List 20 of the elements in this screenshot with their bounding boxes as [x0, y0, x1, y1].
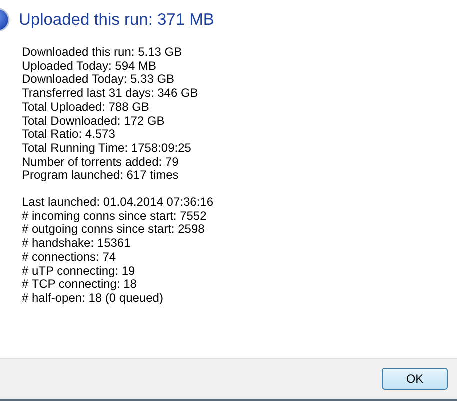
statistic-line: Total Running Time: 1758:09:25 — [22, 142, 192, 156]
statistic-line: # uTP connecting: 19 — [22, 264, 136, 278]
statistic-line: Uploaded Today: 594 MB — [22, 60, 158, 74]
statistic-line: Total Uploaded: 788 GB — [22, 100, 150, 115]
statistic-line: Transferred last 31 days: 346 GB — [22, 87, 200, 101]
statistic-line: Total Downloaded: 172 GB — [22, 114, 166, 128]
statistic-line: Last launched: 01.04.2014 07:36:16 — [22, 196, 214, 210]
statistic-line: # TCP connecting: 18 — [22, 278, 138, 292]
ok-button[interactable]: OK — [382, 368, 448, 390]
statistic-line: # incoming conns since start: 7552 — [22, 210, 208, 224]
statistic-line: # handshake: 15361 — [22, 237, 132, 251]
dialog-heading: Uploaded this run: 371 MB — [19, 10, 214, 30]
statistic-line: Number of torrents added: 79 — [22, 156, 180, 170]
statistic-line: Downloaded this run: 5.13 GB — [22, 46, 184, 60]
statistic-line: # connections: 74 — [22, 250, 118, 265]
statistic-line: Program launched: 617 times — [22, 169, 180, 184]
statistic-line: # outgoing conns since start: 2598 — [22, 223, 206, 238]
statistic-line: # half-open: 18 (0 queued) — [22, 292, 164, 306]
statistic-line: Total Ratio: 4.573 — [22, 128, 116, 142]
statistic-line: Downloaded Today: 5.33 GB — [22, 73, 176, 88]
